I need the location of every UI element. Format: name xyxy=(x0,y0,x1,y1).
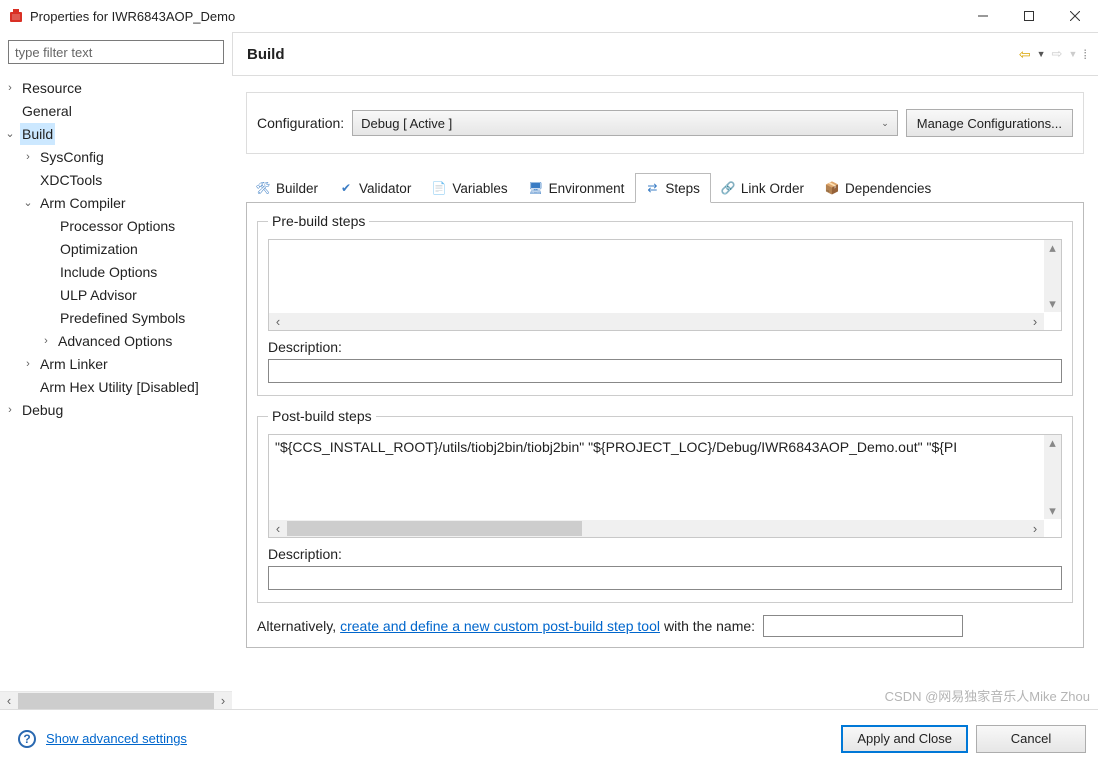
title-bar: Properties for IWR6843AOP_Demo xyxy=(0,0,1098,32)
tree-item-predefined-symbols[interactable]: Predefined Symbols xyxy=(0,306,232,329)
tree-item-resource[interactable]: ›Resource xyxy=(0,76,232,99)
steps-pane: Pre-build steps ▴▾ ‹› Description: Post-… xyxy=(246,203,1084,648)
tree-item-optimization[interactable]: Optimization xyxy=(0,237,232,260)
horizontal-scrollbar[interactable]: ‹› xyxy=(269,313,1044,330)
show-advanced-link[interactable]: Show advanced settings xyxy=(46,731,187,746)
chevron-down-icon: ⌄ xyxy=(881,118,889,129)
configuration-select[interactable]: Debug [ Active ] ⌄ xyxy=(352,110,898,136)
post-description-input[interactable] xyxy=(268,566,1062,590)
configuration-label: Configuration: xyxy=(257,115,344,131)
alt-suffix: with the name: xyxy=(664,618,755,634)
main-header: Build ⇦ ▼ ⇨ ▼ ⁞ xyxy=(232,32,1098,76)
nav-tree: ›Resource General ⌄Build ›SysConfig XDCT… xyxy=(0,72,232,691)
vertical-scrollbar[interactable]: ▴▾ xyxy=(1044,435,1061,519)
variables-icon: 📄 xyxy=(431,180,447,196)
tree-item-arm-hex-utility[interactable]: Arm Hex Utility [Disabled] xyxy=(0,375,232,398)
scroll-thumb[interactable] xyxy=(287,521,582,536)
tree-item-processor-options[interactable]: Processor Options xyxy=(0,214,232,237)
post-description-label: Description: xyxy=(268,546,1062,562)
scroll-right-icon[interactable]: › xyxy=(214,693,232,709)
post-build-item[interactable]: "${CCS_INSTALL_ROOT}/utils/tiobj2bin/tio… xyxy=(269,435,1061,459)
tab-environment[interactable]: 🖥Environment xyxy=(519,173,636,203)
back-dropdown-icon[interactable]: ▼ xyxy=(1037,49,1046,59)
tree-item-sysconfig[interactable]: ›SysConfig xyxy=(0,145,232,168)
pre-description-input[interactable] xyxy=(268,359,1062,383)
custom-tool-name-input[interactable] xyxy=(763,615,963,637)
tab-bar: 🛠Builder ✔Validator 📄Variables 🖥Environm… xyxy=(246,172,1084,203)
alternative-row: Alternatively, create and define a new c… xyxy=(257,615,1073,637)
tab-variables[interactable]: 📄Variables xyxy=(422,173,518,203)
apply-and-close-button[interactable]: Apply and Close xyxy=(841,725,968,753)
cancel-button[interactable]: Cancel xyxy=(976,725,1086,753)
forward-icon[interactable]: ⇨ xyxy=(1052,46,1063,62)
pre-build-list[interactable]: ▴▾ ‹› xyxy=(268,239,1062,331)
tree-item-ulp-advisor[interactable]: ULP Advisor xyxy=(0,283,232,306)
builder-icon: 🛠 xyxy=(255,180,271,196)
configuration-bar: Configuration: Debug [ Active ] ⌄ Manage… xyxy=(246,92,1084,154)
post-build-group: Post-build steps "${CCS_INSTALL_ROOT}/ut… xyxy=(257,408,1073,603)
environment-icon: 🖥 xyxy=(528,180,544,196)
create-custom-tool-link[interactable]: create and define a new custom post-buil… xyxy=(340,618,660,634)
app-icon xyxy=(8,8,24,24)
tab-steps[interactable]: ⇄Steps xyxy=(635,173,711,203)
tree-item-arm-linker[interactable]: ›Arm Linker xyxy=(0,352,232,375)
vertical-scrollbar[interactable]: ▴▾ xyxy=(1044,240,1061,312)
alt-prefix: Alternatively, xyxy=(257,618,336,634)
minimize-button[interactable] xyxy=(960,0,1006,32)
tree-item-general[interactable]: General xyxy=(0,99,232,122)
tree-item-build[interactable]: ⌄Build xyxy=(0,122,232,145)
tab-dependencies[interactable]: 📦Dependencies xyxy=(815,173,942,203)
close-button[interactable] xyxy=(1052,0,1098,32)
filter-input[interactable]: type filter text xyxy=(8,40,224,64)
scroll-left-icon[interactable]: ‹ xyxy=(0,693,18,709)
horizontal-scrollbar[interactable]: ‹ › xyxy=(269,520,1044,537)
tree-item-debug[interactable]: ›Debug xyxy=(0,398,232,421)
filter-placeholder: type filter text xyxy=(15,45,92,60)
steps-icon: ⇄ xyxy=(644,180,660,196)
maximize-button[interactable] xyxy=(1006,0,1052,32)
post-build-legend: Post-build steps xyxy=(268,408,376,424)
tree-item-xdctools[interactable]: XDCTools xyxy=(0,168,232,191)
footer: ? Show advanced settings Apply and Close… xyxy=(0,709,1098,767)
manage-configurations-button[interactable]: Manage Configurations... xyxy=(906,109,1073,137)
help-icon[interactable]: ? xyxy=(18,730,36,748)
pre-build-legend: Pre-build steps xyxy=(268,213,369,229)
link-order-icon: 🔗 xyxy=(720,180,736,196)
page-title: Build xyxy=(247,46,285,63)
scroll-thumb[interactable] xyxy=(18,693,214,709)
window-title: Properties for IWR6843AOP_Demo xyxy=(30,9,235,24)
tab-link-order[interactable]: 🔗Link Order xyxy=(711,173,815,203)
dependencies-icon: 📦 xyxy=(824,180,840,196)
sidebar: type filter text ›Resource General ⌄Buil… xyxy=(0,32,232,709)
view-menu-icon[interactable]: ⁞ xyxy=(1083,47,1088,62)
back-icon[interactable]: ⇦ xyxy=(1019,46,1031,63)
validator-icon: ✔ xyxy=(338,180,354,196)
configuration-value: Debug [ Active ] xyxy=(361,116,452,131)
sidebar-scrollbar[interactable]: ‹ › xyxy=(0,691,232,709)
tree-item-advanced-options[interactable]: ›Advanced Options xyxy=(0,329,232,352)
post-build-list[interactable]: "${CCS_INSTALL_ROOT}/utils/tiobj2bin/tio… xyxy=(268,434,1062,538)
pre-build-group: Pre-build steps ▴▾ ‹› Description: xyxy=(257,213,1073,396)
tab-validator[interactable]: ✔Validator xyxy=(329,173,422,203)
tree-item-include-options[interactable]: Include Options xyxy=(0,260,232,283)
tree-item-arm-compiler[interactable]: ⌄Arm Compiler xyxy=(0,191,232,214)
tab-builder[interactable]: 🛠Builder xyxy=(246,173,329,203)
pre-description-label: Description: xyxy=(268,339,1062,355)
forward-dropdown-icon: ▼ xyxy=(1068,49,1077,59)
